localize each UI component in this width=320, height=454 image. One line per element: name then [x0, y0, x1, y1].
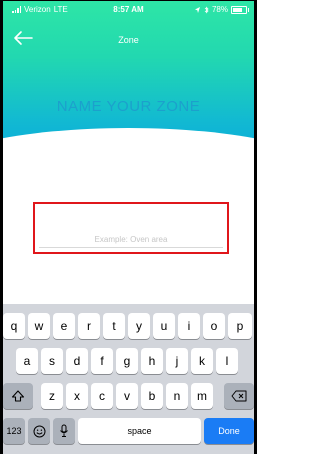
key-j[interactable]: j [166, 348, 188, 374]
page-title: Zone [118, 35, 139, 45]
backspace-icon [231, 390, 247, 402]
key-f[interactable]: f [91, 348, 113, 374]
key-z[interactable]: z [41, 383, 63, 409]
key-a[interactable]: a [16, 348, 38, 374]
shift-icon [11, 390, 25, 402]
key-q[interactable]: q [3, 313, 25, 339]
emoji-icon [33, 425, 45, 437]
space-key[interactable]: space [78, 418, 201, 444]
zone-name-highlight [33, 202, 229, 254]
key-r[interactable]: r [78, 313, 100, 339]
key-p[interactable]: p [228, 313, 252, 339]
done-button[interactable]: Done [204, 418, 254, 444]
key-u[interactable]: u [153, 313, 175, 339]
key-e[interactable]: e [53, 313, 75, 339]
microphone-icon [60, 424, 68, 437]
delete-key[interactable] [224, 383, 254, 409]
key-y[interactable]: y [128, 313, 150, 339]
key-l[interactable]: l [216, 348, 238, 374]
keyboard: q w e r t y u i o p a s d f g h j k l z … [0, 304, 257, 454]
battery-icon [231, 5, 249, 14]
key-n[interactable]: n [166, 383, 188, 409]
key-w[interactable]: w [28, 313, 50, 339]
header-curve [0, 128, 257, 162]
key-d[interactable]: d [66, 348, 88, 374]
header-gradient: Verizon LTE 8:57 AM 78% Zone NAME YOUR Z… [0, 0, 257, 162]
numbers-key[interactable]: 123 [3, 418, 25, 444]
location-icon [194, 6, 200, 13]
zone-name-input[interactable] [39, 231, 223, 248]
key-g[interactable]: g [116, 348, 138, 374]
key-c[interactable]: c [91, 383, 113, 409]
key-o[interactable]: o [203, 313, 225, 339]
key-k[interactable]: k [191, 348, 213, 374]
key-x[interactable]: x [66, 383, 88, 409]
key-m[interactable]: m [191, 383, 213, 409]
key-h[interactable]: h [141, 348, 163, 374]
bluetooth-icon [204, 6, 209, 13]
emoji-key[interactable] [28, 418, 50, 444]
battery-percent: 78% [211, 5, 228, 14]
status-bar: Verizon LTE 8:57 AM 78% [0, 0, 257, 20]
key-s[interactable]: s [41, 348, 63, 374]
key-b[interactable]: b [141, 383, 163, 409]
key-i[interactable]: i [178, 313, 200, 339]
nav-bar: Zone [0, 22, 257, 54]
microphone-key[interactable] [53, 418, 75, 444]
key-v[interactable]: v [116, 383, 138, 409]
zone-heading: NAME YOUR ZONE [56, 98, 201, 115]
shift-key[interactable] [3, 383, 33, 409]
key-t[interactable]: t [103, 313, 125, 339]
